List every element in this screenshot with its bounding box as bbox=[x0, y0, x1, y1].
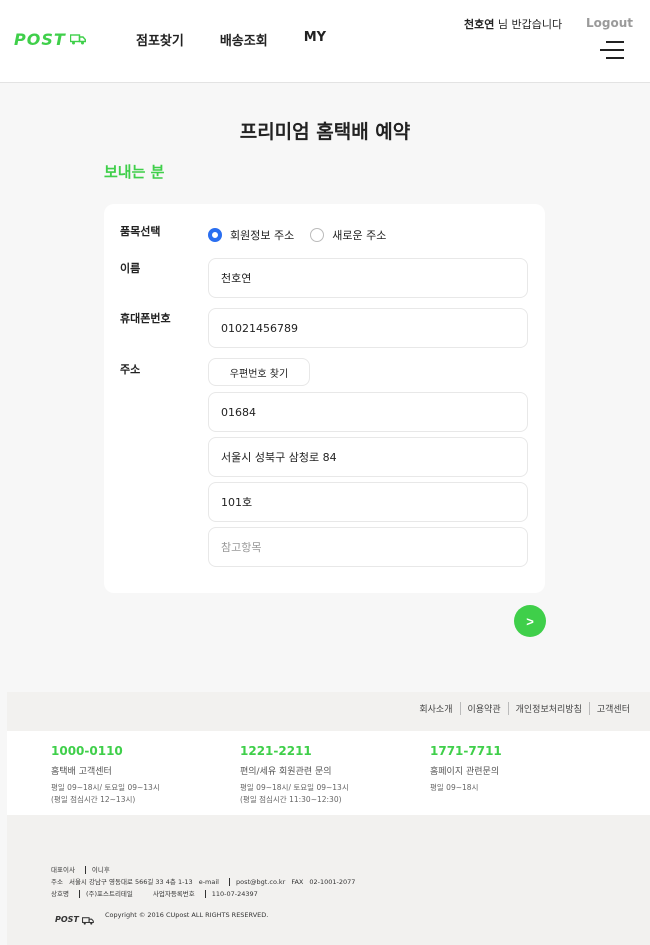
footer-links-bar: 회사소개 이용약관 개인정보처리방침 고객센터 bbox=[7, 692, 650, 731]
contact-hours: 평일 09~18시/ 토요일 09~13시 (평일 점심시간 12~13시) bbox=[51, 782, 160, 806]
contact-name: 홈페이지 관련문의 bbox=[430, 767, 500, 777]
zipcode-search-button[interactable]: 우편번호 찾기 bbox=[208, 358, 310, 386]
contact-hours-line: 평일 09~18시 bbox=[430, 783, 479, 792]
zipcode-input[interactable] bbox=[208, 392, 528, 432]
contact-name: 편의/세유 회원관련 문의 bbox=[240, 767, 332, 777]
ceo-value: 이니후 bbox=[91, 866, 110, 874]
contact-hours-line: 평일 09~18시/ 토요일 09~13시 bbox=[51, 783, 160, 792]
footer-logo: POST bbox=[55, 910, 94, 929]
phone-input[interactable] bbox=[208, 308, 528, 348]
reference-input[interactable] bbox=[208, 527, 528, 567]
footer-logo-text: POST bbox=[55, 915, 79, 924]
fax-value: 02-1001-2077 bbox=[309, 878, 356, 886]
hamburger-menu-icon[interactable] bbox=[600, 41, 624, 59]
phone-label: 휴대폰번호 bbox=[120, 312, 171, 325]
main-nav: 점포찾기 배송조회 MY bbox=[136, 30, 326, 49]
footer-link-about[interactable]: 회사소개 bbox=[412, 702, 461, 715]
item-select-label: 품목선택 bbox=[120, 225, 161, 238]
footer-contacts: 1000-0110 홈택배 고객센터 평일 09~18시/ 토요일 09~13시… bbox=[7, 731, 650, 815]
footer-company-info: 대표이사 이니후 주소 서울시 강남구 영동대로 566길 33 4층 1-13 e-… bbox=[7, 815, 650, 945]
contact-block: 1771-7711 홈페이지 관련문의 평일 09~18시 bbox=[430, 744, 502, 794]
contact-hours: 평일 09~18시 bbox=[430, 782, 502, 794]
greeting-text: 님 반갑습니다 bbox=[494, 18, 563, 31]
nav-my[interactable]: MY bbox=[304, 30, 326, 49]
truck-icon bbox=[81, 910, 94, 929]
new-address-radio-label[interactable]: 새로운 주소 bbox=[332, 227, 386, 243]
company-name-value: (주)포스트리테일 bbox=[85, 890, 133, 898]
contact-block: 1221-2211 편의/세유 회원관련 문의 평일 09~18시/ 토요일 0… bbox=[240, 744, 349, 806]
user-greeting: 천호연 님 반갑습니다 bbox=[464, 16, 562, 32]
sender-section-title: 보내는 분 bbox=[104, 163, 165, 181]
address-type-radios: 회원정보 주소 새로운 주소 bbox=[208, 227, 402, 243]
member-address-radio[interactable] bbox=[208, 228, 222, 242]
user-name: 천호연 bbox=[464, 18, 495, 31]
next-button[interactable]: > bbox=[514, 605, 546, 637]
page-title: 프리미엄 홈택배 예약 bbox=[239, 121, 411, 143]
nav-store-finder[interactable]: 점포찾기 bbox=[136, 30, 184, 49]
truck-icon bbox=[69, 34, 86, 45]
contact-block: 1000-0110 홈택배 고객센터 평일 09~18시/ 토요일 09~13시… bbox=[51, 744, 160, 806]
contact-hours: 평일 09~18시/ 토요일 09~13시 (평일 점심시간 11:30~12:… bbox=[240, 782, 349, 806]
address-line: 주소 서울시 강남구 영동대로 566길 33 4층 1-13 e-mail post… bbox=[51, 876, 361, 886]
address-label: 주소 bbox=[120, 363, 141, 376]
logo-text: POST bbox=[14, 30, 66, 49]
logout-link[interactable]: Logout bbox=[586, 16, 633, 30]
email-value: post@bgt.co.kr bbox=[235, 878, 286, 886]
company-name-label: 상호명 bbox=[51, 890, 69, 898]
footer-links: 회사소개 이용약관 개인정보처리방침 고객센터 bbox=[412, 702, 642, 715]
new-address-radio[interactable] bbox=[310, 228, 325, 242]
contact-number: 1221-2211 bbox=[240, 744, 312, 758]
footer-link-terms[interactable]: 이용약관 bbox=[461, 702, 509, 715]
copyright-text: Copyright © 2016 CUpost ALL RIGHTS RESER… bbox=[105, 911, 269, 919]
email-label: e-mail bbox=[198, 878, 219, 886]
company-address-value: 서울시 강남구 영동대로 566길 33 4층 1-13 bbox=[68, 878, 193, 886]
name-label: 이름 bbox=[120, 262, 141, 275]
contact-hours-line: 평일 09~18시/ 토요일 09~13시 bbox=[240, 783, 349, 792]
business-line: 상호명 (주)포스트리테일 사업자등록번호 110-07-24397 bbox=[51, 888, 264, 898]
biz-number-value: 110-07-24397 bbox=[211, 890, 258, 898]
footer-link-support[interactable]: 고객센터 bbox=[590, 702, 642, 715]
ceo-line: 대표이사 이니후 bbox=[51, 864, 116, 874]
contact-hours-line: (평일 점심시간 12~13시) bbox=[51, 795, 136, 804]
company-address-label: 주소 bbox=[51, 878, 63, 886]
sender-form-card: 품목선택 회원정보 주소 새로운 주소 이름 휴대폰번호 주소 우편번호 찾기 bbox=[104, 204, 545, 593]
fax-label: FAX bbox=[291, 878, 304, 886]
nav-tracking[interactable]: 배송조회 bbox=[220, 30, 268, 49]
ceo-label: 대표이사 bbox=[51, 866, 75, 874]
contact-number: 1771-7711 bbox=[430, 744, 502, 758]
footer-link-privacy[interactable]: 개인정보처리방침 bbox=[509, 702, 590, 715]
contact-hours-line: (평일 점심시간 11:30~12:30) bbox=[240, 795, 342, 804]
contact-number: 1000-0110 bbox=[51, 744, 123, 758]
post-logo[interactable]: POST bbox=[14, 30, 86, 49]
site-header: POST 점포찾기 배송조회 MY 천호연 님 반갑습니다 Logout bbox=[0, 0, 650, 83]
member-address-radio-label[interactable]: 회원정보 주소 bbox=[230, 227, 294, 243]
address-detail-input[interactable] bbox=[208, 482, 528, 522]
address-input[interactable] bbox=[208, 437, 528, 477]
name-input[interactable] bbox=[208, 258, 528, 298]
contact-name: 홈택배 고객센터 bbox=[51, 767, 112, 777]
biz-number-label: 사업자등록번호 bbox=[152, 890, 195, 898]
